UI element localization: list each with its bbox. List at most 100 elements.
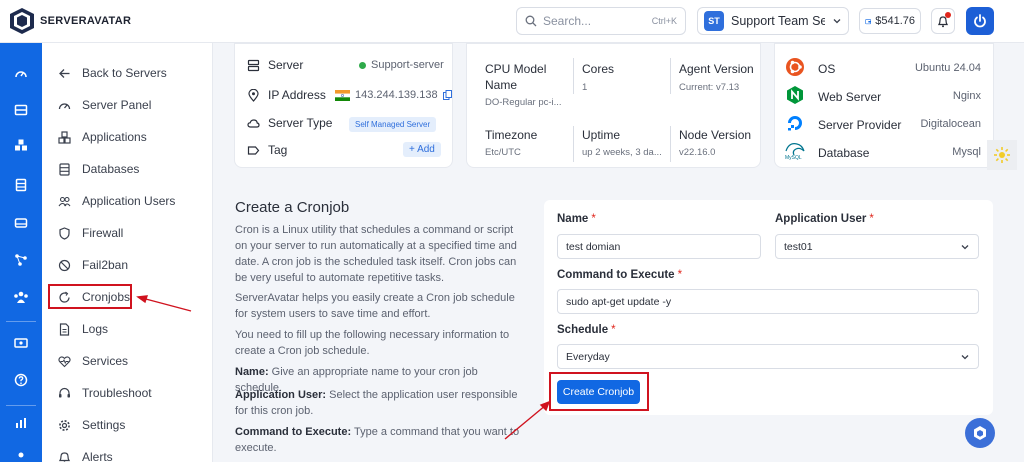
name-input[interactable]: test domian xyxy=(557,234,761,259)
server-stack-card: OS Ubuntu 24.04 Web Server Nginx Server … xyxy=(774,43,994,168)
label-text: Schedule xyxy=(557,324,609,336)
server-provider-value: Digitalocean xyxy=(920,118,981,130)
schedule-select[interactable]: Everyday xyxy=(557,344,979,369)
sidebar-item-label: Back to Servers xyxy=(82,66,167,80)
rail-network-icon[interactable] xyxy=(11,250,31,270)
application-user-label: Application User * xyxy=(775,213,874,225)
help-term: Command to Execute: xyxy=(235,426,352,438)
node-version-label: Node Version xyxy=(679,128,752,142)
credit-balance[interactable]: $541.76 xyxy=(859,8,921,34)
rail-user-icon[interactable] xyxy=(11,447,31,462)
shield-icon xyxy=(59,226,70,240)
sidebar-item-settings[interactable]: Settings xyxy=(58,415,125,435)
label-text: Application User xyxy=(775,213,867,225)
sidebar-item-label: Settings xyxy=(82,418,126,432)
rail-servers-icon[interactable] xyxy=(11,100,31,120)
sidebar-item-label: Troubleshoot xyxy=(82,386,152,400)
add-tag-button[interactable]: + Add xyxy=(403,142,441,157)
search-input[interactable]: Search... Ctrl+K xyxy=(516,7,686,35)
timezone-label: Timezone xyxy=(485,128,538,142)
cronjobs-highlight-box xyxy=(48,284,132,309)
sidebar-item-fail2ban[interactable]: Fail2ban xyxy=(58,255,128,275)
mysql-logo-text: MySQL xyxy=(785,155,802,161)
digitalocean-icon xyxy=(788,116,802,131)
file-icon xyxy=(59,322,70,336)
uptime-label: Uptime xyxy=(582,128,621,142)
application-user-value: test01 xyxy=(784,240,813,253)
rail-team-icon[interactable] xyxy=(11,287,31,307)
rail-divider xyxy=(6,405,36,406)
agent-version-label: Agent Version xyxy=(679,62,754,76)
command-input[interactable]: sudo apt-get update -y xyxy=(557,289,979,314)
support-chat-button[interactable] xyxy=(965,418,995,448)
help-term: Name: xyxy=(235,366,269,378)
cpu-model-label: CPU Model Name xyxy=(485,62,547,92)
sidebar-item-firewall[interactable]: Firewall xyxy=(58,223,123,243)
copy-icon[interactable] xyxy=(442,90,452,100)
floating-widget-tab[interactable] xyxy=(987,140,1017,170)
cubes-icon xyxy=(58,130,71,144)
sidebar-item-databases[interactable]: Databases xyxy=(58,159,139,179)
server-name: Support-server xyxy=(371,59,444,71)
india-flag-icon xyxy=(335,89,350,101)
cloud-icon xyxy=(247,118,260,128)
server-provider-label: Server Provider xyxy=(818,118,902,132)
gear-icon xyxy=(59,419,70,431)
location-pin-icon xyxy=(248,88,259,102)
icon-rail xyxy=(0,43,42,462)
rail-dashboard-icon[interactable] xyxy=(11,64,31,84)
schedule-field-label: Schedule * xyxy=(557,324,616,336)
sidebar-item-label: Databases xyxy=(82,162,140,176)
rail-divider xyxy=(6,321,36,322)
sidebar-item-logs[interactable]: Logs xyxy=(58,319,108,339)
help-term: Application User: xyxy=(235,389,327,401)
divider xyxy=(670,58,671,94)
rail-database-icon[interactable] xyxy=(11,175,31,195)
sidebar-item-troubleshoot[interactable]: Troubleshoot xyxy=(58,383,152,403)
create-button-highlight-box xyxy=(549,372,649,411)
heart-pulse-icon xyxy=(58,355,71,367)
sidebar-item-server-panel[interactable]: Server Panel xyxy=(58,95,151,115)
required-mark: * xyxy=(869,213,874,225)
search-placeholder: Search... xyxy=(543,14,592,28)
rail-reports-icon[interactable] xyxy=(11,413,31,433)
ip-label: IP Address xyxy=(268,88,326,102)
team-switcher[interactable]: ST Support Team Se... xyxy=(697,7,849,35)
chevron-down-icon xyxy=(961,244,969,249)
wallet-icon xyxy=(865,18,872,24)
logo[interactable]: SERVERAVATAR xyxy=(8,6,131,36)
chat-cube-icon xyxy=(974,426,986,440)
rail-apps-icon[interactable] xyxy=(11,135,31,155)
os-label: OS xyxy=(818,62,836,76)
chevron-down-icon xyxy=(961,354,969,359)
sidebar-item-back-to-servers[interactable]: Back to Servers xyxy=(58,63,167,83)
ip-value: 143.244.139.138 xyxy=(335,89,452,101)
server-name-value[interactable]: Support-server xyxy=(359,59,444,71)
nginx-icon xyxy=(787,86,803,104)
cores-label: Cores xyxy=(582,62,615,76)
credit-amount: $541.76 xyxy=(875,15,915,27)
server-type-badge: Self Managed Server xyxy=(349,117,437,132)
team-name: Support Team Se... xyxy=(731,14,825,28)
sidebar-item-applications[interactable]: Applications xyxy=(58,127,147,147)
rail-billing-icon[interactable] xyxy=(11,333,31,353)
cores-value: 1 xyxy=(582,82,588,93)
required-mark: * xyxy=(611,324,616,336)
account-button[interactable] xyxy=(966,7,994,35)
web-server-value: Nginx xyxy=(952,90,981,102)
cron-command-help: Command to Execute: Type a command that … xyxy=(235,424,526,456)
sidebar-item-alerts[interactable]: Alerts xyxy=(58,447,113,462)
server-type-label: Server Type xyxy=(268,116,333,130)
schedule-value: Everyday xyxy=(566,350,610,363)
label-text: Command to Execute xyxy=(557,269,675,281)
sidebar-item-services[interactable]: Services xyxy=(58,351,128,371)
arrow-left-icon xyxy=(59,68,70,78)
notifications-button[interactable] xyxy=(931,8,955,34)
rail-storage-icon[interactable] xyxy=(11,213,31,233)
application-user-select[interactable]: test01 xyxy=(775,234,979,259)
rail-help-icon[interactable] xyxy=(11,370,31,390)
divider xyxy=(670,126,671,162)
headset-icon xyxy=(59,387,70,397)
cron-intro-paragraph: Cron is a Linux utility that schedules a… xyxy=(235,224,517,284)
sidebar-item-application-users[interactable]: Application Users xyxy=(58,191,175,211)
